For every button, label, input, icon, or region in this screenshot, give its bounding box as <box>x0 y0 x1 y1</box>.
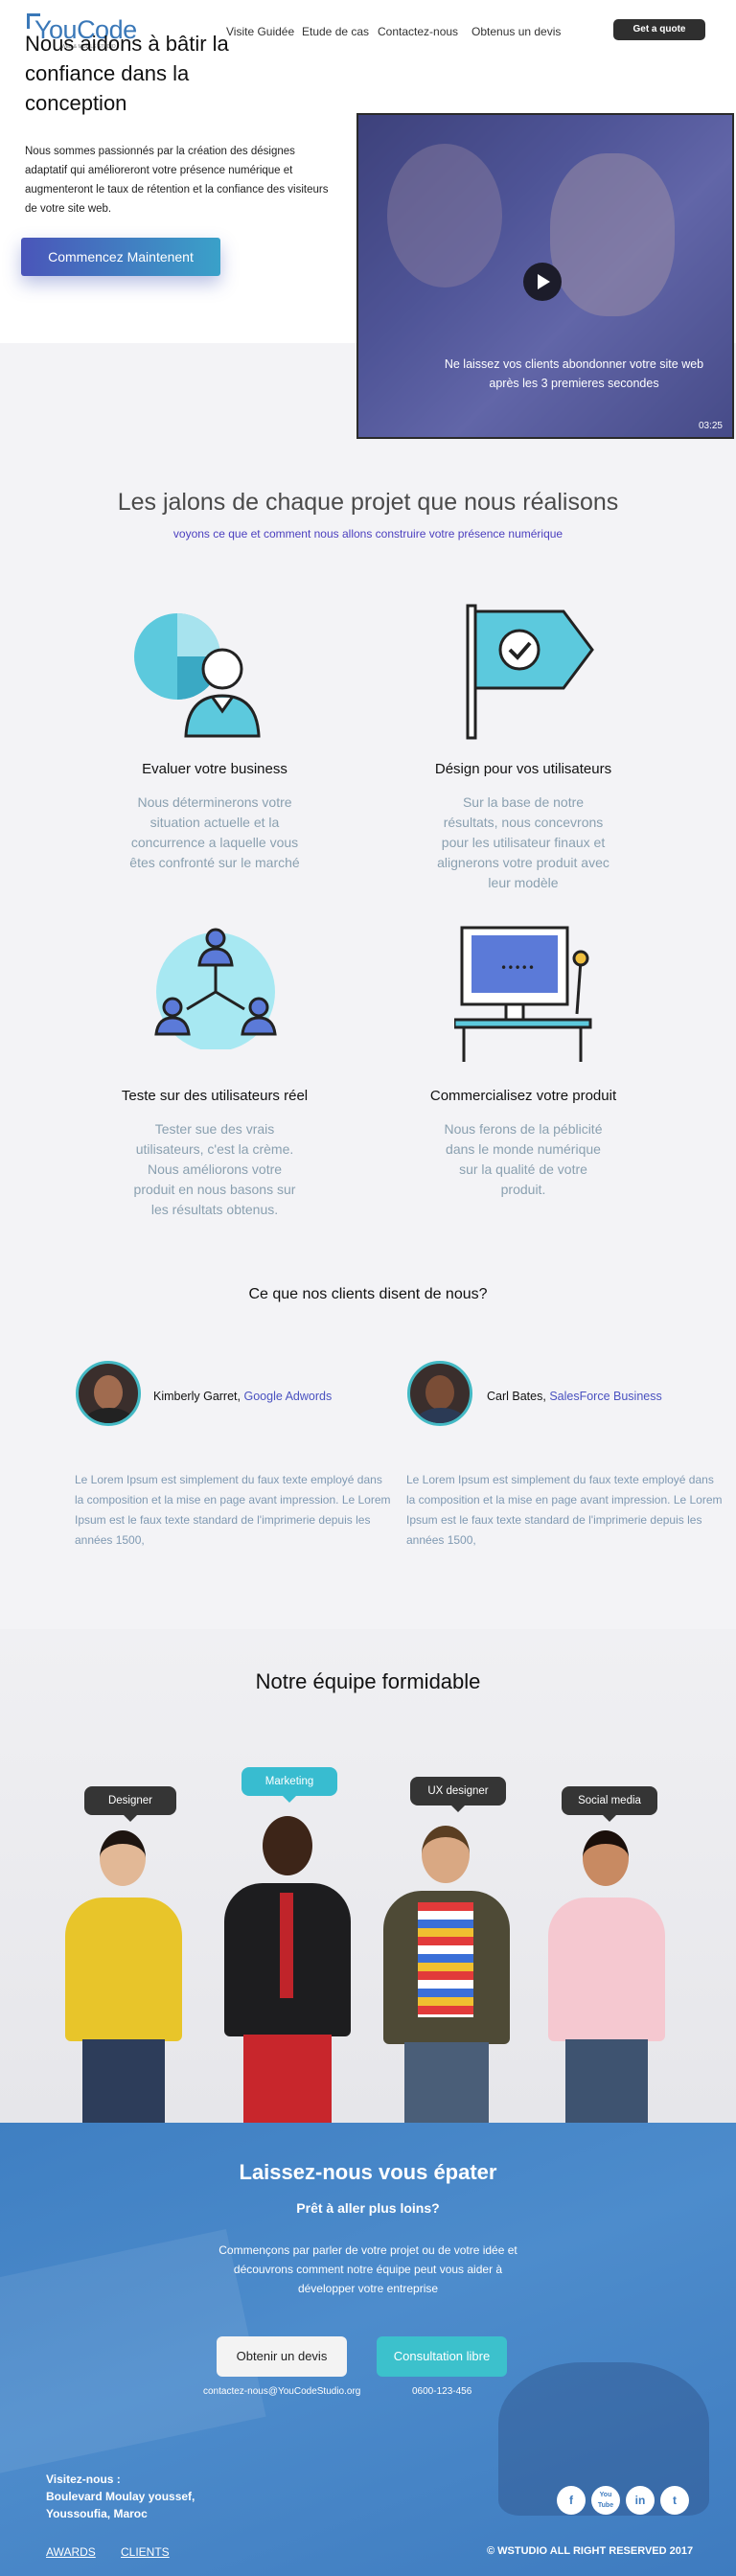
play-icon[interactable] <box>523 263 562 301</box>
visit-label: Visitez-nous : <box>46 2472 121 2486</box>
role-tag: UX designer <box>410 1777 506 1812</box>
role-tag: Designer <box>84 1786 176 1822</box>
facebook-icon[interactable]: f <box>557 2486 586 2515</box>
avatar <box>76 1361 141 1426</box>
cta-title: Laissez-nous vous épater <box>239 2160 497 2184</box>
address-line: Youssoufia, Maroc <box>46 2507 148 2520</box>
role-tag: Social media <box>562 1786 657 1822</box>
nav-contactez-nous[interactable]: Contactez-nous <box>378 25 458 38</box>
testimonial-text: Le Lorem Ipsum est simplement du faux te… <box>406 1473 723 1547</box>
user-network-icon <box>154 928 277 1049</box>
get-quote-button[interactable]: Get a quote <box>613 19 705 40</box>
hero-title: Nous aidons à bâtir la confiance dans la… <box>25 32 229 115</box>
author-name: Carl Bates, <box>487 1390 546 1403</box>
team-member-photo <box>544 1830 669 2123</box>
copyright: © WSTUDIO ALL RIGHT RESERVED 2017 <box>487 2545 694 2557</box>
nav-obtenus-un-devis[interactable]: Obtenus un devis <box>472 25 561 38</box>
team-member-photo <box>380 1826 514 2123</box>
address-line: Boulevard Moulay youssef, <box>46 2490 196 2503</box>
testimonial-author: Kimberly Garret, Google Adwords <box>153 1390 332 1403</box>
milestone-card: Désign pour vos utilisateurs Sur la base… <box>389 761 657 893</box>
team-title: Notre équipe formidable <box>255 1669 481 1693</box>
team-member-photo <box>61 1830 186 2123</box>
nav-etude-de-cas[interactable]: Etude de cas <box>302 25 369 38</box>
avatar-face <box>426 1375 454 1410</box>
twitter-icon[interactable]: t <box>660 2486 689 2515</box>
get-quote-button[interactable]: Obtenir un devis <box>217 2336 347 2377</box>
avatar-body <box>84 1408 134 1423</box>
milestone-title: Désign pour vos utilisateurs <box>434 761 612 777</box>
hero-text: Nous sommes passionnés par la création d… <box>25 146 329 215</box>
milestones-subtitle: voyons ce que et comment nous allons con… <box>172 527 564 540</box>
youtube-icon[interactable]: You Tube <box>591 2486 620 2515</box>
avatar <box>407 1361 472 1426</box>
milestone-text: Nous ferons de la péblicité dans le mond… <box>444 1121 603 1197</box>
avatar-face <box>94 1375 123 1410</box>
checkmark-flag-icon <box>466 604 594 740</box>
milestone-text: Tester sue des vrais utilisateurs, c'est… <box>133 1121 296 1217</box>
linkedin-icon[interactable]: in <box>626 2486 655 2515</box>
role-tag: Marketing <box>242 1767 337 1803</box>
milestones-title: Les jalons de chaque projet que nous réa… <box>117 489 619 516</box>
video-duration: 03:25 <box>698 421 723 431</box>
footer-link-clients[interactable]: CLIENTS <box>121 2545 170 2559</box>
team-section: Notre équipe formidable Designer Marketi… <box>0 1629 736 2123</box>
author-company[interactable]: Google Adwords <box>243 1390 332 1403</box>
milestone-text: Sur la base de notre résultats, nous con… <box>437 794 610 890</box>
cta-text: Commençons par parler de votre projet ou… <box>218 2243 518 2295</box>
milestone-card: Teste sur des utilisateurs réel Tester s… <box>80 1088 349 1220</box>
milestone-title: Evaluer votre business <box>142 761 288 777</box>
author-company[interactable]: SalesForce Business <box>549 1390 661 1403</box>
svg-text:•••••: ••••• <box>500 961 535 975</box>
free-consultation-button[interactable]: Consultation libre <box>377 2336 507 2377</box>
start-now-button[interactable]: Commencez Maintenent <box>21 238 220 276</box>
user-chart-icon <box>134 613 261 738</box>
video-caption: Ne laissez vos clients abondonner votre … <box>444 357 704 390</box>
contact-phone[interactable]: 0600-123-456 <box>412 2386 472 2397</box>
video-player[interactable]: Ne laissez vos clients abondonner votre … <box>356 113 734 439</box>
team-member-photo <box>220 1816 355 2123</box>
testimonials-title: Ce que nos clients disent de nous? <box>248 1286 488 1302</box>
desktop-workstation-icon: ••••• <box>454 926 592 1062</box>
milestone-card: Evaluer votre business Nous détermineron… <box>80 761 349 873</box>
testimonial-text: Le Lorem Ipsum est simplement du faux te… <box>75 1473 391 1547</box>
footer-link-awards[interactable]: AWARDS <box>46 2545 96 2559</box>
testimonial-author: Carl Bates, SalesForce Business <box>487 1390 662 1403</box>
author-name: Kimberly Garret, <box>153 1390 241 1403</box>
milestone-title: Teste sur des utilisateurs réel <box>121 1088 309 1104</box>
contact-email[interactable]: contactez-nous@YouCodeStudio.org <box>203 2386 360 2397</box>
avatar-body <box>416 1408 466 1423</box>
milestone-card: Commercialisez votre produit Nous ferons… <box>389 1088 657 1200</box>
milestone-title: Commercialisez votre produit <box>429 1088 617 1104</box>
cta-subtitle: Prêt à aller plus loins? <box>296 2200 440 2216</box>
milestone-text: Nous déterminerons votre situation actue… <box>129 794 300 870</box>
